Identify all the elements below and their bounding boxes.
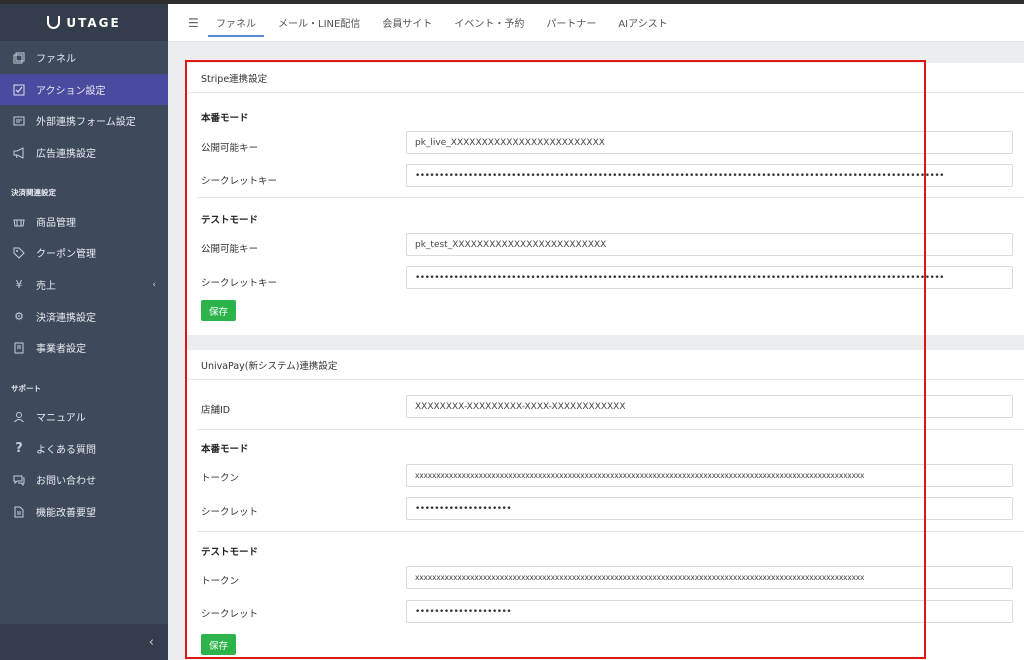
sidebar-item-label: 外部連携フォーム設定 <box>36 117 136 128</box>
divider <box>197 429 1024 430</box>
sidebar-item-label: 売上 <box>36 281 56 292</box>
card-title: Stripe連携設定 <box>186 63 1024 93</box>
sidebar-item-action-settings[interactable]: アクション設定 <box>0 74 168 105</box>
gear-icon: ⚙ <box>14 310 24 323</box>
sidebar-item-faq[interactable]: ? よくある質問 <box>0 433 168 464</box>
main-content: Stripe連携設定 本番モード 公開可能キー pk_live_XXXXXXXX… <box>168 42 1024 660</box>
tag-icon <box>12 246 26 260</box>
field-label: トークン <box>201 576 240 587</box>
sidebar: UTAGE ファネル アクション設定 外部連携フォーム設定 広告連携設定 決済関… <box>0 4 168 660</box>
sidebar-item-contact[interactable]: お問い合わせ <box>0 464 168 495</box>
field-label: シークレットキー <box>201 176 278 187</box>
sidebar-item-label: お問い合わせ <box>36 476 96 487</box>
save-button[interactable]: 保存 <box>201 634 236 655</box>
sidebar-collapse-button[interactable]: ‹ <box>0 624 168 660</box>
section-title-test: テストモード <box>201 215 259 226</box>
logo[interactable]: UTAGE <box>0 4 168 41</box>
sidebar-item-label: 商品管理 <box>36 218 76 229</box>
field-label: トークン <box>201 473 240 484</box>
sidebar-item-ad-settings[interactable]: 広告連携設定 <box>0 137 168 168</box>
checklist-icon <box>12 83 26 97</box>
sidebar-item-label: マニュアル <box>36 413 86 424</box>
sidebar-item-manual[interactable]: マニュアル <box>0 401 168 432</box>
tab-event[interactable]: イベント・予約 <box>454 3 524 42</box>
sidebar-item-products[interactable]: 商品管理 <box>0 206 168 237</box>
univapay-settings-card: UnivaPay(新システム)連携設定 店舗ID XXXXXXXX-XXXXXX… <box>186 350 1024 660</box>
basket-icon <box>12 215 26 229</box>
yen-icon: ¥ <box>15 278 23 291</box>
univapay-test-token-input[interactable]: xxxxxxxxxxxxxxxxxxxxxxxxxxxxxxxxxxxxxxxx… <box>406 566 1013 589</box>
stripe-test-secret-key-input[interactable]: ••••••••••••••••••••••••••••••••••••••••… <box>406 266 1013 289</box>
divider <box>197 197 1024 198</box>
sidebar-item-label: 決済連携設定 <box>36 313 96 324</box>
field-label: 公開可能キー <box>201 244 259 255</box>
field-label: 公開可能キー <box>201 143 259 154</box>
sidebar-item-business[interactable]: 事業者設定 <box>0 332 168 363</box>
chevron-left-icon: ‹ <box>152 279 156 290</box>
question-icon: ? <box>15 441 23 456</box>
sidebar-item-sales[interactable]: ¥ 売上 ‹ <box>0 269 168 300</box>
save-button[interactable]: 保存 <box>201 300 236 321</box>
menu-icon[interactable]: ☰ <box>188 16 202 30</box>
section-title-test: テストモード <box>201 547 259 558</box>
sidebar-item-label: 事業者設定 <box>36 344 86 355</box>
sidebar-item-funnel[interactable]: ファネル <box>0 42 168 73</box>
building-icon <box>12 341 26 355</box>
logo-text: UTAGE <box>66 15 121 30</box>
sidebar-item-feature-request[interactable]: 機能改善要望 <box>0 496 168 527</box>
section-payment: 決済関連設定 <box>11 188 56 197</box>
tab-partner[interactable]: パートナー <box>546 3 596 42</box>
tab-mail-line[interactable]: メール・LINE配信 <box>278 3 360 42</box>
sidebar-item-external-form[interactable]: 外部連携フォーム設定 <box>0 105 168 136</box>
sidebar-item-payment-settings[interactable]: ⚙ 決済連携設定 <box>0 301 168 332</box>
form-icon <box>12 114 26 128</box>
section-title-live: 本番モード <box>201 113 249 124</box>
chevron-left-icon: ‹ <box>148 634 154 650</box>
sidebar-item-label: ファネル <box>36 54 76 65</box>
megaphone-icon <box>12 146 26 160</box>
univapay-test-secret-input[interactable]: •••••••••••••••••••• <box>406 600 1013 623</box>
tab-member-site[interactable]: 会員サイト <box>382 3 432 42</box>
store-id-input[interactable]: XXXXXXXX-XXXXXXXXX-XXXX-XXXXXXXXXXXX <box>406 395 1013 418</box>
sidebar-item-label: よくある質問 <box>36 445 96 456</box>
sidebar-item-label: 機能改善要望 <box>36 508 96 519</box>
univapay-live-token-input[interactable]: xxxxxxxxxxxxxxxxxxxxxxxxxxxxxxxxxxxxxxxx… <box>406 464 1013 487</box>
logo-icon <box>47 16 61 29</box>
field-label: シークレット <box>201 507 259 518</box>
field-label: 店舗ID <box>201 405 231 416</box>
top-navigation: ☰ ファネル メール・LINE配信 会員サイト イベント・予約 パートナー AI… <box>168 4 1024 42</box>
sidebar-item-label: クーポン管理 <box>36 249 96 260</box>
stripe-live-secret-key-input[interactable]: ••••••••••••••••••••••••••••••••••••••••… <box>406 164 1013 187</box>
field-label: シークレット <box>201 609 259 620</box>
person-icon <box>12 410 26 424</box>
univapay-live-secret-input[interactable]: •••••••••••••••••••• <box>406 497 1013 520</box>
chat-icon <box>12 473 26 487</box>
stripe-settings-card: Stripe連携設定 本番モード 公開可能キー pk_live_XXXXXXXX… <box>186 63 1024 335</box>
tab-funnel[interactable]: ファネル <box>208 3 264 42</box>
sidebar-item-label: 広告連携設定 <box>36 149 96 160</box>
document-icon <box>12 505 26 519</box>
section-title-live: 本番モード <box>201 444 249 455</box>
stripe-live-public-key-input[interactable]: pk_live_XXXXXXXXXXXXXXXXXXXXXXXXX <box>406 131 1013 154</box>
section-support: サポート <box>11 384 41 393</box>
layers-icon <box>12 51 26 65</box>
card-title: UnivaPay(新システム)連携設定 <box>186 350 1024 380</box>
tab-ai-assist[interactable]: AIアシスト <box>618 3 667 42</box>
sidebar-item-coupons[interactable]: クーポン管理 <box>0 237 168 268</box>
stripe-test-public-key-input[interactable]: pk_test_XXXXXXXXXXXXXXXXXXXXXXXXX <box>406 233 1013 256</box>
field-label: シークレットキー <box>201 278 278 289</box>
sidebar-item-label: アクション設定 <box>36 86 106 97</box>
divider <box>197 531 1024 532</box>
